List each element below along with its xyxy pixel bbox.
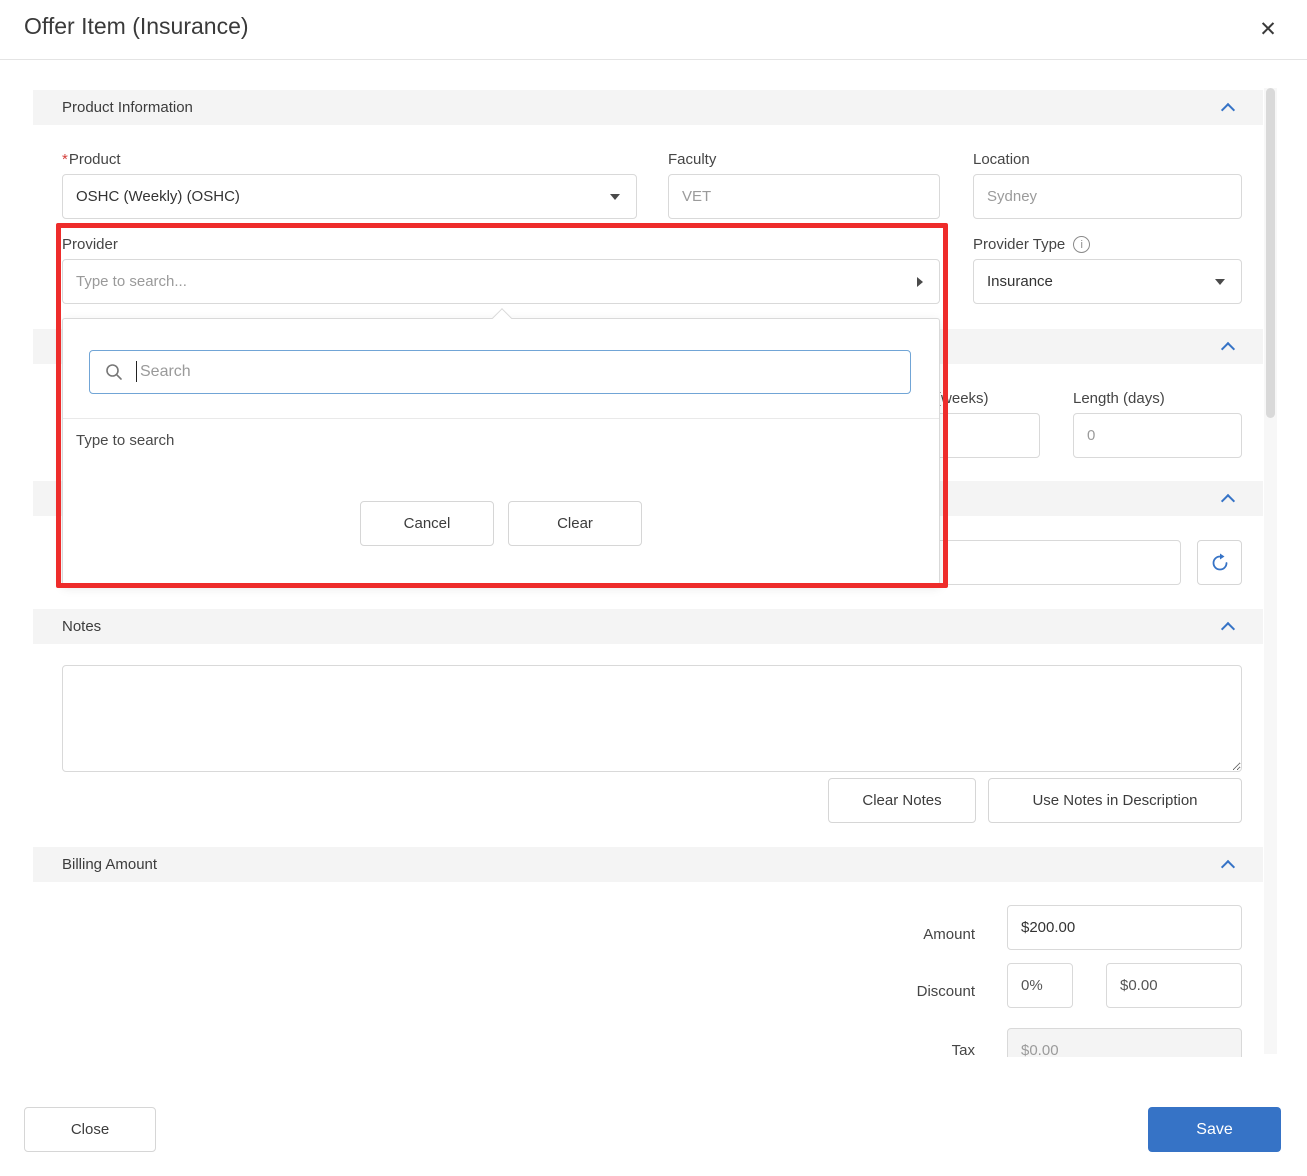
product-label: *Product — [62, 151, 121, 168]
provider-label: Provider — [62, 236, 118, 253]
dropdown-caret-icon — [610, 194, 620, 200]
save-button[interactable]: Save — [1148, 1107, 1281, 1152]
popover-notch — [492, 308, 512, 328]
product-select[interactable]: OSHC (Weekly) (OSHC) — [62, 174, 637, 219]
section-title: Product Information — [62, 99, 193, 116]
provider-type-select[interactable]: Insurance — [973, 259, 1242, 304]
section-product-information-header: Product Information — [33, 90, 1263, 125]
search-icon — [105, 363, 123, 381]
scrollbar-thumb[interactable] — [1266, 88, 1275, 418]
product-select-value: OSHC (Weekly) (OSHC) — [76, 188, 240, 205]
length-days-input — [1073, 413, 1242, 458]
text-cursor — [136, 361, 137, 382]
collapse-icon[interactable] — [1221, 860, 1235, 874]
collapse-icon[interactable] — [1221, 494, 1235, 508]
required-asterisk: * — [62, 151, 68, 168]
right-caret-icon — [917, 277, 923, 287]
notes-textarea[interactable] — [62, 665, 1242, 772]
use-notes-in-description-button[interactable]: Use Notes in Description — [988, 778, 1242, 823]
tax-label: Tax — [845, 1042, 975, 1057]
dropdown-caret-icon — [1215, 279, 1225, 285]
collapse-icon[interactable] — [1221, 622, 1235, 636]
faculty-label: Faculty — [668, 151, 716, 168]
location-input — [973, 174, 1242, 219]
popover-empty-text: Type to search — [76, 432, 174, 449]
provider-type-value: Insurance — [987, 273, 1053, 290]
close-icon[interactable]: ✕ — [1249, 10, 1287, 48]
discount-percent-input[interactable] — [1007, 963, 1073, 1008]
amount-input[interactable] — [1007, 905, 1242, 950]
cancel-button[interactable]: Cancel — [360, 501, 494, 546]
close-button[interactable]: Close — [24, 1107, 156, 1152]
collapse-icon[interactable] — [1221, 342, 1235, 356]
provider-combobox[interactable]: Type to search... — [62, 259, 940, 304]
collapse-icon[interactable] — [1221, 103, 1235, 117]
clear-notes-button[interactable]: Clear Notes — [828, 778, 976, 823]
popover-search-input[interactable] — [89, 350, 911, 394]
section-billing-amount-header: Billing Amount — [33, 847, 1263, 882]
faculty-input — [668, 174, 940, 219]
refresh-button[interactable] — [1197, 540, 1242, 585]
refresh-icon — [1210, 553, 1230, 573]
tax-input — [1007, 1028, 1242, 1057]
page-title: Offer Item (Insurance) — [24, 13, 249, 40]
provider-placeholder: Type to search... — [76, 273, 187, 290]
length-days-label: Length (days) — [1073, 390, 1165, 407]
location-label: Location — [973, 151, 1030, 168]
provider-search-popover: Type to search Cancel Clear — [62, 318, 940, 585]
section-title: Notes — [62, 618, 101, 635]
popover-divider — [63, 418, 939, 419]
header-divider — [0, 59, 1307, 60]
info-icon: i — [1073, 236, 1090, 253]
amount-label: Amount — [845, 926, 975, 943]
section-title: Billing Amount — [62, 856, 157, 873]
discount-amount-input[interactable] — [1106, 963, 1242, 1008]
provider-type-label: Provider Type i — [973, 236, 1090, 253]
section-notes-header: Notes — [33, 609, 1263, 644]
clear-button[interactable]: Clear — [508, 501, 642, 546]
discount-label: Discount — [845, 983, 975, 1000]
tax-row: Tax — [845, 1028, 1242, 1057]
